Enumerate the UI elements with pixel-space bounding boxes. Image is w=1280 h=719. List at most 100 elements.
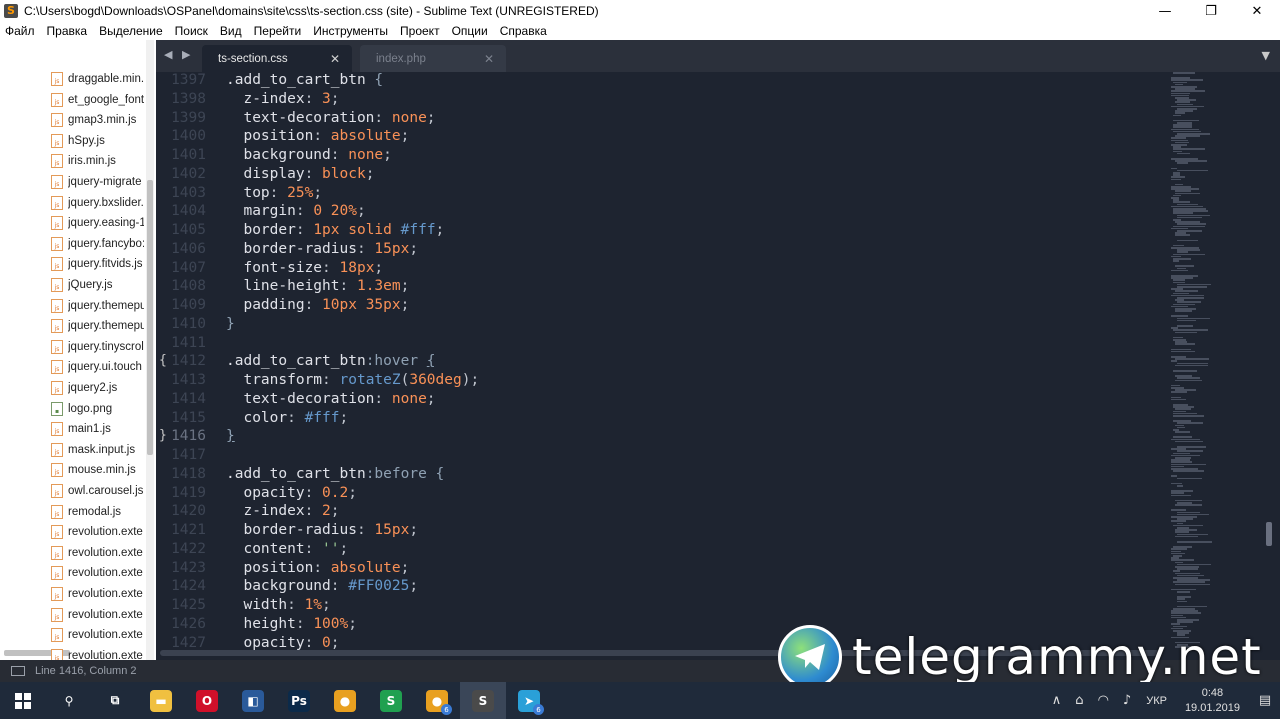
sidebar-file-item[interactable]: js iris.min.js <box>0 151 150 171</box>
menu-item[interactable]: Вид <box>220 24 242 38</box>
sidebar-file-item[interactable]: js mask.input.js <box>0 440 150 460</box>
line-number: 1407 <box>171 259 206 276</box>
code-text: transform: rotateZ(360deg); <box>226 371 479 390</box>
sidebar-file-item[interactable]: js et_google_font <box>0 90 150 110</box>
code-text: z-index: 3; <box>226 90 339 109</box>
network-icon[interactable]: ⌂ <box>1075 693 1083 708</box>
code-token: : <box>304 484 323 501</box>
taskbar-file-explorer-button[interactable]: ▬ <box>138 682 184 719</box>
code-token: ); <box>461 372 480 388</box>
taskbar-chrome-2-button[interactable]: ● 6 <box>414 682 460 719</box>
menu-item[interactable]: Проект <box>400 24 440 38</box>
tab-close-icon[interactable]: ✕ <box>330 52 340 66</box>
fold-marker[interactable]: } <box>159 427 167 446</box>
chevron-up-icon[interactable]: ∧ <box>1052 693 1062 708</box>
sidebar-file-item[interactable]: js revolution.exte <box>0 625 150 645</box>
tab-close-icon[interactable]: ✕ <box>484 52 494 66</box>
code-token: : <box>322 259 340 276</box>
code-text: color: #fff; <box>226 409 348 428</box>
menu-item[interactable]: Поиск <box>175 24 208 38</box>
tab-ts-section-css[interactable]: ts-section.css ✕ <box>202 45 352 72</box>
sidebar-file-item[interactable]: js jquery.themepu <box>0 316 150 336</box>
maximize-button[interactable]: ❐ <box>1188 0 1234 22</box>
sidebar-file-item[interactable]: js main1.js <box>0 419 150 439</box>
minimap[interactable] <box>1166 72 1256 660</box>
cursor-position: Line 1416, Column 2 <box>35 665 137 677</box>
sidebar-file-item[interactable]: js revolution.exte <box>0 584 150 604</box>
menu-item[interactable]: Файл <box>5 24 35 38</box>
line-number: 1413 <box>171 372 206 388</box>
sidebar-file-item[interactable]: js hSpy.js <box>0 131 150 151</box>
sidebar-file-item[interactable]: js jquery-migrate <box>0 172 150 192</box>
code-text: margin: 0 20%; <box>226 202 365 221</box>
taskbar-photoshop-button[interactable]: Ps <box>276 682 322 719</box>
wifi-icon[interactable]: ◠ <box>1098 693 1109 708</box>
sidebar-file-item[interactable]: js jquery.tinyscrol <box>0 337 150 357</box>
close-button[interactable]: ✕ <box>1234 0 1280 22</box>
line-number: 1423 <box>171 559 206 576</box>
sidebar-file-item[interactable]: js revolution.exte <box>0 605 150 625</box>
notification-badge: 6 <box>533 704 544 715</box>
panel-toggle-icon[interactable] <box>11 666 25 676</box>
code-token: ; <box>400 297 410 313</box>
code-line: 1406 border-radius: 15px; <box>156 240 1166 259</box>
sidebar-file-item[interactable]: js jquery.ui.touch <box>0 357 150 377</box>
sidebar-file-item[interactable]: js draggable.min. <box>0 69 150 89</box>
clock[interactable]: 0:48 19.01.2019 <box>1185 686 1240 716</box>
minimap-line <box>1177 325 1193 327</box>
sidebar-file-item[interactable]: js revolution.exte <box>0 563 150 583</box>
sidebar-file-item[interactable]: js revolution.exte <box>0 543 150 563</box>
taskbar-search-button[interactable]: ⚲ <box>46 682 92 719</box>
sidebar-file-item[interactable]: js jQuery.js <box>0 275 150 295</box>
sidebar-file-item[interactable]: ▪ logo.png <box>0 399 150 419</box>
sidebar-file-item[interactable]: js mouse.min.js <box>0 460 150 480</box>
sidebar-file-item[interactable]: js remodal.js <box>0 502 150 522</box>
taskbar-chrome-button[interactable]: ● <box>322 682 368 719</box>
tab-nav-arrows[interactable]: ◀ ▶ <box>164 48 193 61</box>
taskbar-s-app-button[interactable]: S <box>368 682 414 719</box>
tab-index-php[interactable]: index.php ✕ <box>360 45 506 72</box>
menu-item[interactable]: Выделение <box>99 24 163 38</box>
code-text: .add_to_cart_btn { <box>226 72 383 90</box>
code-token: ; <box>435 222 445 238</box>
menu-item[interactable]: Инструменты <box>313 24 388 38</box>
sidebar-file-item[interactable]: js revolution.exte <box>0 646 150 660</box>
js-file-icon: js <box>51 92 63 107</box>
taskbar-telegram-button[interactable]: ➤ 6 <box>506 682 552 719</box>
taskbar-sublime-button[interactable]: S <box>460 682 506 719</box>
editor-vertical-scroll-thumb[interactable] <box>1266 522 1272 546</box>
sidebar-file-item[interactable]: js revolution.exte <box>0 522 150 542</box>
sidebar-file-item[interactable]: js jquery.fancybo: <box>0 234 150 254</box>
minimize-button[interactable]: — <box>1142 0 1188 22</box>
minimap-line <box>1177 591 1190 593</box>
code-line: 1410} <box>156 315 1166 334</box>
sidebar-file-item[interactable]: js owl.carousel.js <box>0 481 150 501</box>
taskbar-opera-button[interactable]: O <box>184 682 230 719</box>
code-token: { <box>374 72 384 88</box>
sidebar-file-item[interactable]: js jquery.fitvids.js <box>0 254 150 274</box>
code-line: 1411 <box>156 334 1166 353</box>
menu-item[interactable]: Перейти <box>254 24 302 38</box>
taskbar-notes-button[interactable]: ◧ <box>230 682 276 719</box>
js-file-icon: js <box>51 587 63 601</box>
fold-marker[interactable]: { <box>159 352 167 371</box>
volume-icon[interactable]: ♪ <box>1123 693 1131 708</box>
js-file-icon: js <box>51 154 63 169</box>
menu-item[interactable]: Опции <box>452 24 488 38</box>
code-token: 18px <box>339 259 375 276</box>
language-indicator[interactable]: УКР <box>1146 695 1167 707</box>
tab-dropdown-icon[interactable]: ▼ <box>1262 49 1270 62</box>
code-editor[interactable]: 1427 opacity: 0; 1426 height: 100%; 1425 w… <box>156 72 1280 660</box>
notification-icon[interactable]: ▤ <box>1250 682 1280 719</box>
sidebar-file-item[interactable]: js jquery.themepu <box>0 296 150 316</box>
taskbar-task-view-button[interactable]: ⧉ <box>92 682 138 719</box>
menu-item[interactable]: Справка <box>500 24 547 38</box>
minimap-line <box>1177 162 1188 164</box>
sidebar-file-item[interactable]: js jquery.easing-1 <box>0 213 150 233</box>
code-token: : <box>330 147 349 163</box>
start-button[interactable] <box>0 682 46 719</box>
sidebar-file-item[interactable]: js jquery2.js <box>0 378 150 398</box>
menu-item[interactable]: Правка <box>47 24 88 38</box>
sidebar-file-item[interactable]: js jquery.bxslider. <box>0 193 150 213</box>
sidebar-file-item[interactable]: js gmap3.min.js <box>0 110 150 130</box>
